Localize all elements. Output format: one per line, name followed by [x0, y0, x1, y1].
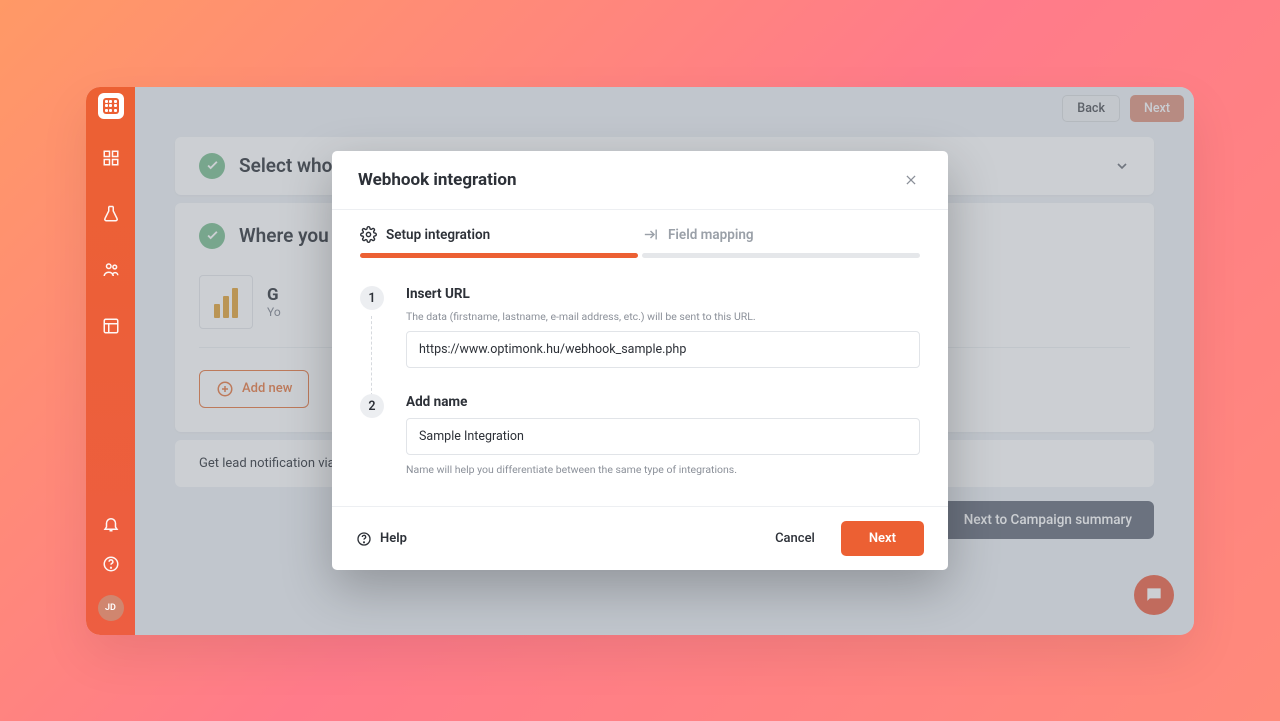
step-bar-inactive	[642, 253, 920, 258]
webhook-modal: Webhook integration Setup integration	[332, 151, 948, 570]
name-label: Add name	[406, 394, 920, 410]
modal-next-button[interactable]: Next	[841, 521, 924, 556]
step-number-2: 2	[360, 394, 384, 418]
step-setup-integration[interactable]: Setup integration	[360, 226, 638, 258]
url-label: Insert URL	[406, 286, 920, 302]
step-setup-label: Setup integration	[386, 227, 490, 243]
name-hint: Name will help you differentiate between…	[406, 463, 920, 476]
cancel-button[interactable]: Cancel	[757, 521, 833, 556]
app-frame: JD Back Next Select who should see it	[86, 87, 1194, 635]
modal-title: Webhook integration	[358, 170, 516, 190]
help-label: Help	[380, 531, 407, 546]
name-input[interactable]	[406, 418, 920, 455]
close-icon[interactable]	[900, 169, 922, 191]
url-hint: The data (firstname, lastname, e-mail ad…	[406, 310, 920, 323]
gear-icon	[360, 226, 377, 243]
step-number-1: 1	[360, 286, 384, 310]
step-mapping-label: Field mapping	[668, 227, 754, 243]
step-field-mapping[interactable]: Field mapping	[642, 226, 920, 258]
modal-overlay: Webhook integration Setup integration	[86, 87, 1194, 635]
help-link[interactable]: Help	[356, 531, 407, 547]
url-input[interactable]	[406, 331, 920, 368]
step-bar-active	[360, 253, 638, 258]
mapping-icon	[642, 226, 659, 243]
